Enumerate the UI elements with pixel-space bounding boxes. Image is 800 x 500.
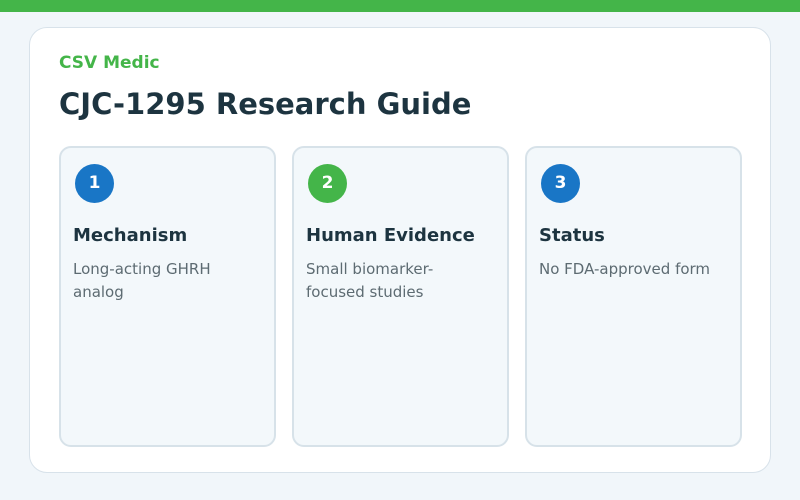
step-title: Human Evidence: [306, 225, 475, 246]
step-card-status: 3 Status No FDA-approved form: [525, 146, 742, 447]
step-number-badge: 1: [75, 164, 114, 203]
step-title: Status: [539, 225, 605, 246]
step-description: Small biomarker-focused studies: [306, 260, 434, 301]
step-card-human-evidence: 2 Human Evidence Small biomarker-focused…: [292, 146, 509, 447]
brand-name: CSV Medic: [59, 53, 160, 73]
step-title: Mechanism: [73, 225, 188, 246]
guide-card: CSV Medic CJC-1295 Research Guide 1 Mech…: [29, 27, 771, 473]
step-card-mechanism: 1 Mechanism Long-acting GHRH analog: [59, 146, 276, 447]
step-description: Long-acting GHRH analog: [73, 260, 211, 301]
step-number-badge: 2: [308, 164, 347, 203]
page-title: CJC-1295 Research Guide: [59, 87, 472, 121]
top-accent-bar: [0, 0, 800, 12]
step-number-badge: 3: [541, 164, 580, 203]
step-description: No FDA-approved form: [539, 260, 711, 278]
